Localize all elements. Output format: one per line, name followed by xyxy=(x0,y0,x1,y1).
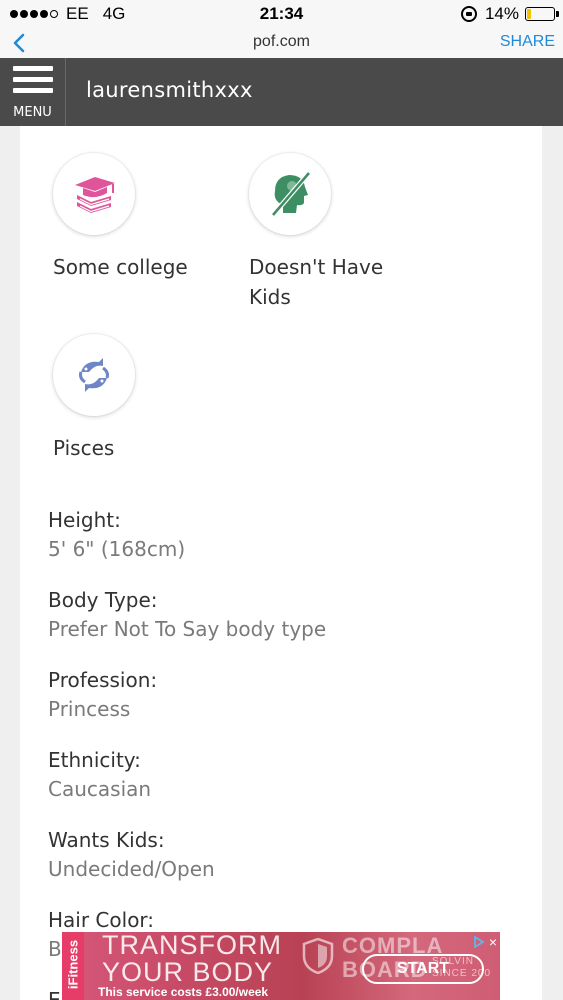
app-header: MENU laurensmithxxx xyxy=(0,58,563,126)
ad-choices-icon[interactable] xyxy=(473,936,485,948)
ad-banner[interactable]: iFitness TRANSFORM YOUR BODY This servic… xyxy=(62,932,500,1000)
no-kids-icon xyxy=(249,153,331,235)
detail-label: Ethnicity: xyxy=(48,748,141,772)
detail-label: Hair Color: xyxy=(48,908,155,932)
graduation-books-icon xyxy=(53,153,135,235)
shield-icon xyxy=(302,938,334,974)
ad-choices[interactable]: × xyxy=(473,934,497,950)
ad-brand-vertical: iFitness xyxy=(65,939,81,990)
battery-icon xyxy=(525,7,559,21)
detail-height: Height: 5' 6" (168cm) xyxy=(48,506,185,564)
url-text[interactable]: pof.com xyxy=(0,33,563,51)
detail-partial: E xyxy=(48,986,61,1000)
detail-body-type: Body Type: Prefer Not To Say body type xyxy=(48,586,326,644)
battery-percent: 14% xyxy=(484,4,519,23)
badge-education: Some college xyxy=(53,153,233,282)
detail-value: Princess xyxy=(48,697,131,721)
detail-label: Body Type: xyxy=(48,588,158,612)
detail-label: E xyxy=(48,988,61,1000)
badge-label: Some college xyxy=(53,255,188,279)
hamburger-icon xyxy=(13,66,53,99)
detail-profession: Profession: Princess xyxy=(48,666,157,724)
ad-headline-line: TRANSFORM xyxy=(102,932,282,960)
profile-username: laurensmithxxx xyxy=(86,78,253,102)
detail-ethnicity: Ethnicity: Caucasian xyxy=(48,746,151,804)
rotation-lock-icon xyxy=(460,6,477,22)
detail-label: Wants Kids: xyxy=(48,828,165,852)
ad-headline-line: YOUR BODY xyxy=(102,957,274,987)
profile-content: Some college Doesn't Have Kids Pisces He… xyxy=(20,126,542,1000)
ad-start-button[interactable]: START xyxy=(362,954,484,984)
ad-side-strip: iFitness xyxy=(62,932,84,1000)
badge-kids: Doesn't Have Kids xyxy=(249,153,429,312)
browser-url-bar: pof.com SHARE xyxy=(0,28,563,58)
menu-button[interactable]: MENU xyxy=(0,58,66,126)
detail-value: Undecided/Open xyxy=(48,857,215,881)
close-icon[interactable]: × xyxy=(489,934,497,950)
badge-label: Doesn't Have Kids xyxy=(249,255,384,309)
ad-subtext: This service costs £3.00/week xyxy=(98,985,269,999)
detail-value: Caucasian xyxy=(48,777,152,801)
badge-zodiac: Pisces xyxy=(53,334,233,463)
detail-label: Height: xyxy=(48,508,121,532)
detail-wants-kids: Wants Kids: Undecided/Open xyxy=(48,826,215,884)
share-button[interactable]: SHARE xyxy=(500,33,555,51)
detail-label: Profession: xyxy=(48,668,158,692)
badge-label: Pisces xyxy=(53,436,115,460)
menu-label: MENU xyxy=(13,105,52,120)
detail-value: Prefer Not To Say body type xyxy=(48,617,327,641)
pisces-fish-icon xyxy=(53,334,135,416)
ad-headline: TRANSFORM YOUR BODY xyxy=(102,932,282,986)
status-bar: EE 4G 21:34 14% xyxy=(0,0,563,28)
detail-value: 5' 6" (168cm) xyxy=(48,537,186,561)
